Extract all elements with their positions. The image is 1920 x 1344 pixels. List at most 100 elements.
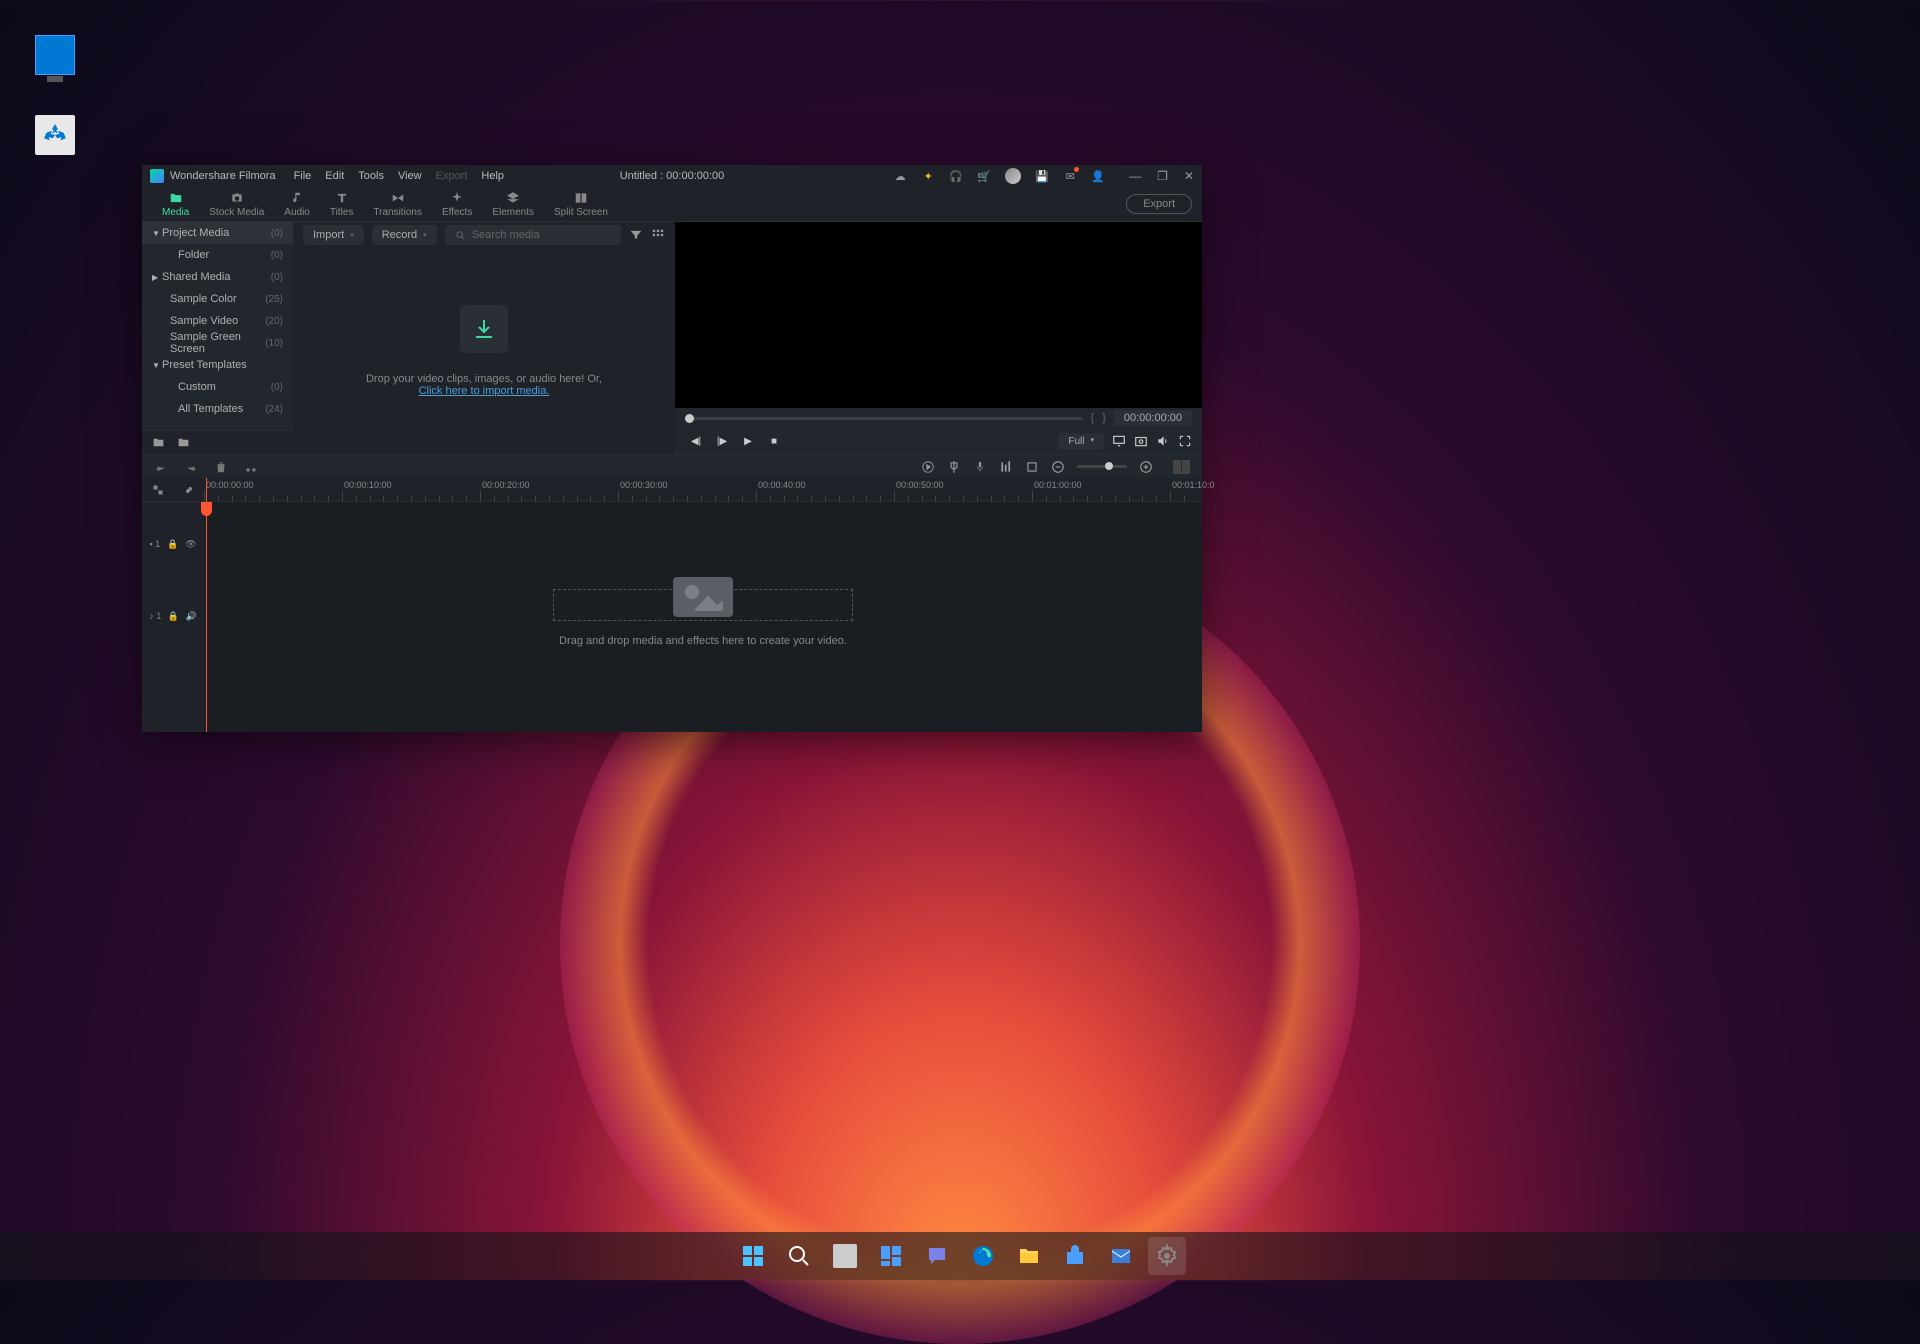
ruler-tick: 00:00:40:00 [758,480,806,490]
sidebar-item-all-templates[interactable]: All Templates(24) [142,398,293,420]
scrubber-track[interactable] [685,417,1083,420]
start-button[interactable] [734,1237,772,1275]
store-button[interactable] [1056,1237,1094,1275]
menu-help[interactable]: Help [481,170,504,182]
zoom-in-icon[interactable] [1139,460,1153,474]
tab-stock-media[interactable]: Stock Media [199,191,274,218]
display-icon[interactable] [1112,434,1126,448]
menu-tools[interactable]: Tools [358,170,384,182]
windows-taskbar [0,1232,1920,1280]
zoom-slider[interactable] [1077,465,1127,468]
marker-icon[interactable] [947,460,961,474]
task-view-button[interactable] [826,1237,864,1275]
import-dropdown[interactable]: Import [303,225,364,245]
crop-icon[interactable] [1025,460,1039,474]
search-button[interactable] [780,1237,818,1275]
filter-icon[interactable] [629,228,643,242]
tab-split-screen[interactable]: Split Screen [544,191,618,218]
menu-file[interactable]: File [294,170,312,182]
tab-titles[interactable]: Titles [320,191,364,218]
scrubber-thumb[interactable] [685,414,694,423]
menu-edit[interactable]: Edit [325,170,344,182]
user-icon[interactable]: 👤 [1091,169,1105,183]
cut-icon[interactable] [244,460,258,474]
import-drop-target[interactable] [460,305,508,353]
avatar-icon[interactable] [1005,168,1021,184]
sidebar-item-sample-green[interactable]: Sample Green Screen(10) [142,332,293,354]
maximize-button[interactable]: ❐ [1157,169,1168,183]
eye-icon[interactable]: 👁 [185,539,196,550]
mark-out-icon[interactable]: } [1102,412,1106,424]
media-drop-zone[interactable]: Drop your video clips, images, or audio … [293,248,675,454]
sidebar-item-sample-color[interactable]: Sample Color(25) [142,288,293,310]
settings-button[interactable] [1148,1237,1186,1275]
render-icon[interactable] [921,460,935,474]
tab-audio[interactable]: Audio [274,191,320,218]
close-button[interactable]: ✕ [1184,169,1194,183]
quality-dropdown[interactable]: Full [1058,433,1104,450]
menu-view[interactable]: View [398,170,422,182]
message-icon[interactable]: ✉ [1063,169,1077,183]
tab-transitions[interactable]: Transitions [363,191,432,218]
select-mode-icon[interactable] [152,484,164,496]
prev-frame-icon[interactable]: ◀| [685,432,707,450]
record-dropdown[interactable]: Record [372,225,437,245]
cloud-icon[interactable]: ☁ [893,169,907,183]
sparkle-icon[interactable]: ✦ [921,169,935,183]
tab-elements[interactable]: Elements [482,191,544,218]
mute-icon[interactable]: 🔊 [186,611,197,622]
track-area[interactable]: Drag and drop media and effects here to … [204,502,1202,732]
redo-icon[interactable] [184,460,198,474]
export-button[interactable]: Export [1126,194,1192,214]
mail-button[interactable] [1102,1237,1140,1275]
sidebar-item-custom[interactable]: Custom(0) [142,376,293,398]
minimize-button[interactable]: — [1129,169,1141,183]
sidebar-item-project-media[interactable]: ▼Project Media(0) [142,222,293,244]
search-input[interactable]: Search media [445,225,621,245]
settings-icon[interactable] [274,460,288,474]
mark-in-icon[interactable]: { [1091,412,1095,424]
tab-media[interactable]: Media [152,191,199,218]
headset-icon[interactable]: 🎧 [949,169,963,183]
volume-icon[interactable] [1156,434,1170,448]
grid-icon[interactable] [651,228,665,242]
link-icon[interactable] [183,484,195,496]
new-folder-icon[interactable] [152,436,165,449]
folder-icon[interactable] [177,436,190,449]
import-link[interactable]: Click here to import media. [419,385,550,397]
sidebar-item-folder[interactable]: Folder(0) [142,244,293,266]
undo-icon[interactable] [154,460,168,474]
zoom-out-icon[interactable] [1051,460,1065,474]
edge-button[interactable] [964,1237,1002,1275]
explorer-button[interactable] [1010,1237,1048,1275]
widgets-button[interactable] [872,1237,910,1275]
desktop-this-pc-icon[interactable] [35,35,75,75]
cart-icon[interactable]: 🛒 [977,169,991,183]
filmora-app-window: Wondershare Filmora File Edit Tools View… [142,165,1202,732]
timeline-content[interactable]: 00:00:00:00 00:00:10:00 00:00:20:00 00:0… [204,478,1202,732]
snapshot-icon[interactable] [1134,434,1148,448]
timeline-view-toggle[interactable] [1173,460,1190,474]
preview-viewport[interactable] [675,222,1202,408]
delete-icon[interactable] [214,460,228,474]
lock-icon[interactable]: 🔒 [168,611,179,622]
audio-icon[interactable] [304,460,318,474]
stop-icon[interactable]: ■ [763,432,785,450]
tab-label: Elements [492,207,534,218]
timeline-ruler[interactable]: 00:00:00:00 00:00:10:00 00:00:20:00 00:0… [204,478,1202,502]
sidebar-item-sample-video[interactable]: Sample Video(20) [142,310,293,332]
tab-effects[interactable]: Effects [432,191,482,218]
lock-icon[interactable]: 🔒 [167,539,178,550]
save-icon[interactable]: 💾 [1035,169,1049,183]
play-icon[interactable]: ▶ [737,432,759,450]
mixer-icon[interactable] [999,460,1013,474]
desktop-recycle-bin-icon[interactable] [35,115,75,155]
fullscreen-icon[interactable] [1178,434,1192,448]
chat-button[interactable] [918,1237,956,1275]
next-frame-icon[interactable]: |▶ [711,432,733,450]
search-icon [455,230,466,241]
sidebar-item-preset-templates[interactable]: ▼Preset Templates [142,354,293,376]
mic-icon[interactable] [973,460,987,474]
sidebar-item-shared-media[interactable]: ▶Shared Media(0) [142,266,293,288]
menubar: File Edit Tools View Export Help [294,170,504,182]
